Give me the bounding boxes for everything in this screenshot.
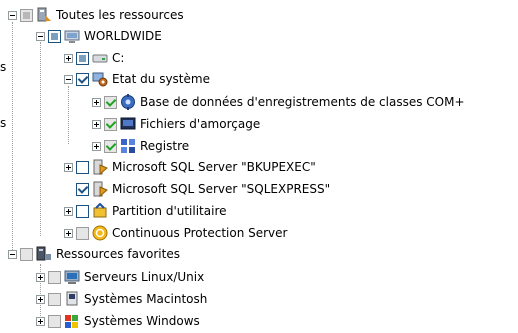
sql-server-icon [93, 159, 108, 175]
tree-node-sql-bkupexec[interactable]: Microsoft SQL Server "BKUPEXEC" [64, 156, 316, 178]
node-label: Microsoft SQL Server "SQLEXPRESS" [112, 182, 331, 196]
all-resources-icon [37, 7, 51, 22]
tree-node-cps[interactable]: Continuous Protection Server [64, 222, 287, 244]
node-label: Ressources favorites [56, 247, 180, 261]
tree-node-windows[interactable]: Systèmes Windows [36, 310, 200, 332]
tree-connector [68, 86, 69, 144]
boot-files-icon [120, 117, 136, 130]
node-label: Fichiers d'amorçage [140, 117, 261, 131]
node-checkbox[interactable] [48, 270, 61, 284]
expand-toggle[interactable] [36, 294, 45, 304]
collapse-toggle[interactable] [36, 31, 45, 41]
node-label: Systèmes Macintosh [84, 292, 208, 306]
node-label: Partition d'utilitaire [112, 204, 227, 218]
node-checkbox[interactable] [104, 117, 117, 131]
linux-server-icon [64, 270, 80, 284]
node-label: Continuous Protection Server [112, 226, 288, 240]
tree-node-worldwide[interactable]: WORLDWIDE [36, 25, 162, 47]
tree-node-registry[interactable]: Registre [92, 135, 189, 157]
node-checkbox[interactable] [104, 139, 117, 153]
clipped-text: s [0, 116, 7, 130]
tree-node-sql-sqlexpress[interactable]: Microsoft SQL Server "SQLEXPRESS" [64, 178, 330, 200]
expand-toggle[interactable] [64, 53, 73, 63]
node-label: C: [112, 51, 125, 65]
collapse-toggle[interactable] [8, 249, 17, 259]
tree-node-system-state[interactable]: Etat du système [64, 68, 210, 90]
node-checkbox[interactable] [20, 8, 33, 22]
node-checkbox[interactable] [104, 95, 117, 109]
node-label: Base de données d'enregistrements de cla… [140, 95, 465, 109]
tree-connector [40, 42, 41, 236]
tree-node-favorites[interactable]: Ressources favorites [8, 243, 180, 265]
expand-toggle[interactable] [64, 206, 73, 216]
tree-node-all-resources[interactable]: Toutes les ressources [8, 4, 184, 26]
expand-toggle[interactable] [92, 97, 101, 107]
tree-node-boot-files[interactable]: Fichiers d'amorçage [92, 113, 260, 135]
node-checkbox[interactable] [76, 51, 89, 65]
node-checkbox[interactable] [76, 226, 89, 240]
expand-toggle[interactable] [36, 272, 45, 282]
node-checkbox[interactable] [76, 160, 89, 174]
node-checkbox[interactable] [48, 29, 61, 43]
node-checkbox[interactable] [48, 292, 61, 306]
tree-node-com-db[interactable]: Base de données d'enregistrements de cla… [92, 91, 465, 113]
tree-node-c-drive[interactable]: C: [64, 47, 124, 69]
node-checkbox[interactable] [76, 182, 89, 196]
cps-icon [92, 225, 108, 241]
node-label: WORLDWIDE [84, 29, 162, 43]
node-label: Registre [140, 139, 190, 153]
expand-toggle[interactable] [92, 119, 101, 129]
collapse-toggle[interactable] [64, 74, 73, 84]
database-gear-icon [121, 94, 135, 110]
registry-icon [121, 139, 135, 153]
node-label: Microsoft SQL Server "BKUPEXEC" [112, 160, 316, 174]
node-checkbox[interactable] [76, 72, 89, 86]
server-icon [64, 30, 80, 43]
sql-server-icon [93, 181, 108, 197]
node-checkbox[interactable] [48, 314, 61, 328]
clipped-text: s [0, 60, 7, 74]
utility-partition-icon [93, 203, 107, 218]
windows-icon [65, 315, 78, 328]
tree-node-utility-partition[interactable]: Partition d'utilitaire [64, 200, 227, 222]
node-label: Etat du système [112, 72, 210, 86]
macintosh-icon [66, 291, 78, 306]
expand-toggle[interactable] [92, 141, 101, 151]
node-label: Serveurs Linux/Unix [84, 270, 205, 284]
expand-toggle[interactable] [36, 316, 45, 326]
tree-node-linux[interactable]: Serveurs Linux/Unix [36, 266, 204, 288]
expand-toggle[interactable] [64, 162, 73, 172]
collapse-toggle[interactable] [8, 10, 17, 20]
favorite-resources-icon [36, 246, 51, 261]
tree-connector [12, 22, 13, 258]
node-checkbox[interactable] [20, 247, 33, 261]
resource-tree[interactable]: s s Toutes les ressources WORLDWIDE C: E… [0, 0, 518, 333]
disk-icon [92, 54, 108, 63]
tree-node-macintosh[interactable]: Systèmes Macintosh [36, 288, 207, 310]
node-label: Systèmes Windows [84, 314, 200, 328]
node-label: Toutes les ressources [56, 8, 184, 22]
expand-toggle[interactable] [64, 228, 73, 238]
system-state-icon [92, 72, 108, 87]
node-checkbox[interactable] [76, 204, 89, 218]
